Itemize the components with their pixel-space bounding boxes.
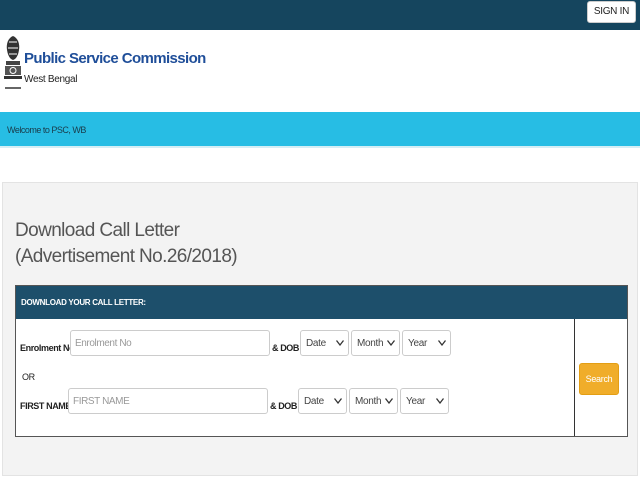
site-header: Public Service Commission West Bengal	[0, 30, 640, 112]
chevron-down-icon	[385, 398, 393, 404]
dob-label: & DOB :	[272, 343, 304, 353]
dob-year-value: Year	[408, 338, 428, 349]
dob-date-select[interactable]: Date	[300, 330, 349, 356]
dob-year-select[interactable]: Year	[400, 388, 449, 414]
organization-region: West Bengal	[24, 74, 78, 85]
welcome-text: Welcome to PSC, WB	[7, 125, 86, 135]
call-letter-form: DOWNLOAD YOUR CALL LETTER: Enrolment No …	[15, 285, 628, 437]
top-bar: SIGN IN	[0, 0, 640, 30]
dob-month-select[interactable]: Month	[349, 388, 398, 414]
welcome-bar: Welcome to PSC, WB	[0, 112, 640, 148]
dob-year-select[interactable]: Year	[402, 330, 451, 356]
call-letter-panel: Download Call Letter (Advertisement No.2…	[2, 182, 638, 476]
chevron-down-icon	[436, 398, 444, 404]
form-heading: DOWNLOAD YOUR CALL LETTER:	[21, 298, 146, 307]
state-emblem-icon	[4, 36, 22, 89]
sign-in-button[interactable]: SIGN IN	[586, 1, 636, 23]
page-title: Download Call Letter (Advertisement No.2…	[15, 218, 238, 270]
dob-label: & DOB :	[270, 401, 302, 411]
organization-name: Public Service Commission	[24, 50, 206, 67]
dob-month-select[interactable]: Month	[351, 330, 400, 356]
page-title-line1: Download Call Letter	[15, 220, 180, 241]
chevron-down-icon	[438, 340, 446, 346]
chevron-down-icon	[336, 340, 344, 346]
search-button[interactable]: Search	[579, 363, 619, 395]
chevron-down-icon	[387, 340, 395, 346]
chevron-down-icon	[334, 398, 342, 404]
dob-date-value: Date	[304, 396, 324, 407]
enrolment-input[interactable]	[70, 330, 270, 356]
dob-year-value: Year	[406, 396, 426, 407]
page-title-line2: (Advertisement No.26/2018)	[15, 246, 238, 267]
or-label: OR	[22, 372, 35, 382]
form-header: DOWNLOAD YOUR CALL LETTER:	[16, 286, 627, 319]
dob-date-value: Date	[306, 338, 326, 349]
dob-date-select[interactable]: Date	[298, 388, 347, 414]
first-name-input[interactable]	[68, 388, 268, 414]
dob-month-value: Month	[357, 338, 384, 349]
form-divider	[574, 319, 575, 436]
dob-month-value: Month	[355, 396, 382, 407]
